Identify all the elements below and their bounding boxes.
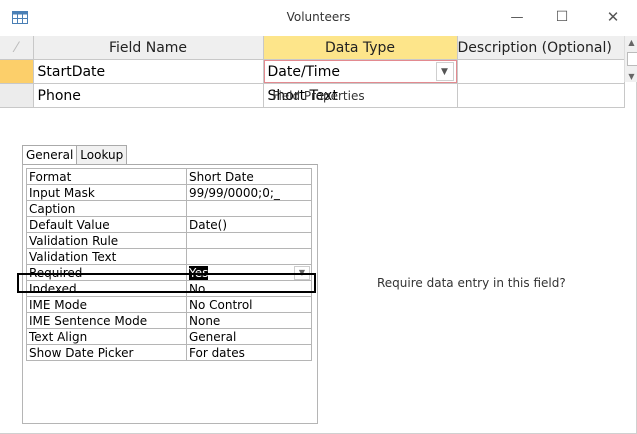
minimize-icon: — <box>510 9 524 25</box>
field-name-cell[interactable]: StartDate <box>33 59 264 84</box>
close-button[interactable]: ✕ <box>598 6 628 28</box>
property-help-text: Require data entry in this field? <box>377 276 566 290</box>
property-row-ime-mode: IME Mode No Control <box>26 296 312 313</box>
tab-general[interactable]: General <box>22 145 78 164</box>
header-data-type[interactable]: Data Type <box>263 36 458 60</box>
row-selector[interactable] <box>0 59 34 84</box>
minimize-button[interactable]: — <box>502 6 532 28</box>
property-label: Validation Text <box>26 248 187 265</box>
scroll-thumb[interactable] <box>627 52 637 66</box>
property-value[interactable]: No <box>186 280 312 297</box>
required-select[interactable]: Yes ▼ <box>186 264 312 281</box>
maximize-button[interactable]: ☐ <box>547 6 577 28</box>
property-value[interactable] <box>186 232 312 249</box>
property-row-indexed: Indexed No <box>26 280 312 297</box>
title-bar: Volunteers — ☐ ✕ <box>0 0 637 36</box>
property-label: Format <box>26 168 187 185</box>
window-title: Volunteers <box>286 10 351 24</box>
property-label: IME Sentence Mode <box>26 312 187 329</box>
property-label: Caption <box>26 200 187 217</box>
property-row-input-mask: Input Mask 99/99/0000;0;_ <box>26 184 312 201</box>
property-label: Text Align <box>26 328 187 345</box>
property-row-required: Required Yes ▼ <box>26 264 312 281</box>
property-value[interactable]: None <box>186 312 312 329</box>
grid-header-row: ⁄ Field Name Data Type Description (Opti… <box>0 36 625 60</box>
property-label: Show Date Picker <box>26 344 187 361</box>
property-value[interactable]: General <box>186 328 312 345</box>
scroll-up-icon[interactable]: ▲ <box>625 36 637 48</box>
property-row-text-align: Text Align General <box>26 328 312 345</box>
property-value[interactable]: Short Date <box>186 168 312 185</box>
property-value[interactable]: No Control <box>186 296 312 313</box>
properties-tabs: General Lookup <box>22 142 128 164</box>
property-label: Validation Rule <box>26 232 187 249</box>
chevron-down-icon[interactable]: ▼ <box>294 265 310 280</box>
properties-table: Format Short Date Input Mask 99/99/0000;… <box>26 168 312 361</box>
property-label: Required <box>26 264 187 281</box>
property-row-ime-sentence-mode: IME Sentence Mode None <box>26 312 312 329</box>
property-label: IME Mode <box>26 296 187 313</box>
header-field-name[interactable]: Field Name <box>33 36 264 60</box>
property-value[interactable]: For dates <box>186 344 312 361</box>
property-label: Indexed <box>26 280 187 297</box>
property-row-validation-text: Validation Text <box>26 248 312 265</box>
property-value[interactable]: Date() <box>186 216 312 233</box>
grid-vertical-scrollbar[interactable]: ▲ ▼ <box>624 36 637 82</box>
property-row-validation-rule: Validation Rule <box>26 232 312 249</box>
scroll-down-icon[interactable]: ▼ <box>625 70 637 82</box>
property-label: Input Mask <box>26 184 187 201</box>
header-description[interactable]: Description (Optional) <box>457 36 625 60</box>
property-row-caption: Caption <box>26 200 312 217</box>
property-value[interactable] <box>186 248 312 265</box>
chevron-down-icon[interactable]: ▼ <box>435 62 454 81</box>
field-properties-label: Field Properties <box>272 89 365 103</box>
close-icon: ✕ <box>606 8 620 26</box>
description-cell[interactable] <box>457 59 625 84</box>
property-label: Default Value <box>26 216 187 233</box>
property-value[interactable] <box>186 200 312 217</box>
property-row-default-value: Default Value Date() <box>26 216 312 233</box>
data-type-cell[interactable]: Date/Time ▼ <box>263 59 458 84</box>
property-value[interactable]: 99/99/0000;0;_ <box>186 184 312 201</box>
select-all-corner[interactable]: ⁄ <box>0 36 34 60</box>
property-row-show-date-picker: Show Date Picker For dates <box>26 344 312 361</box>
data-type-select[interactable]: Date/Time ▼ <box>263 60 456 83</box>
required-value: Yes <box>189 265 209 280</box>
tab-lookup[interactable]: Lookup <box>76 145 128 164</box>
table-row: StartDate Date/Time ▼ <box>0 59 625 84</box>
property-row-format: Format Short Date <box>26 168 312 185</box>
maximize-icon: ☐ <box>555 9 569 25</box>
data-type-value: Date/Time <box>267 63 340 80</box>
